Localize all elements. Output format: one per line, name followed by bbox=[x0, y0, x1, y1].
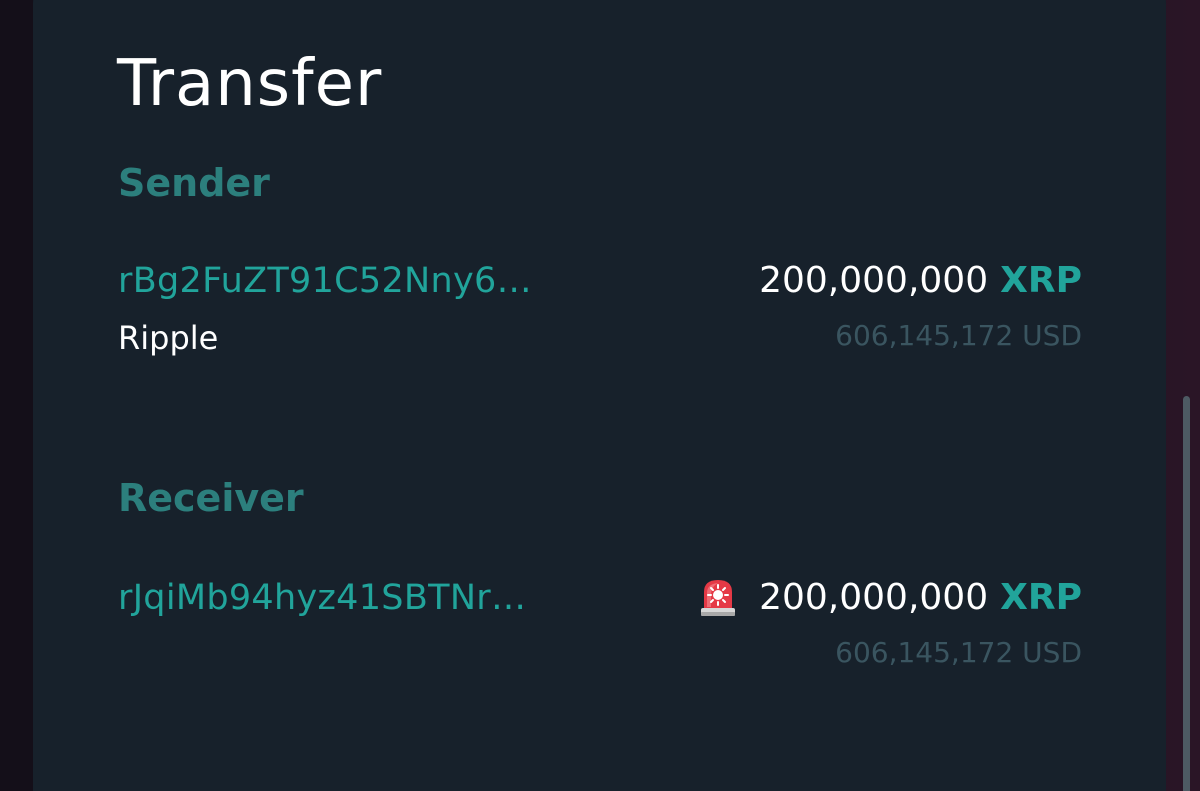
sender-address-link[interactable]: rBg2FuZT91C52Nny6… bbox=[118, 259, 532, 303]
sender-heading: Sender bbox=[118, 161, 270, 205]
police-light-icon bbox=[697, 577, 739, 619]
receiver-address-link[interactable]: rJqiMb94hyz41SBTNr… bbox=[118, 576, 526, 620]
receiver-amount: 200,000,000 XRP bbox=[697, 576, 1082, 620]
sender-fiat-value: 606,145,172 USD bbox=[835, 319, 1082, 352]
scrollbar[interactable] bbox=[1183, 396, 1190, 791]
sender-name: Ripple bbox=[118, 319, 219, 357]
receiver-heading: Receiver bbox=[118, 476, 304, 520]
sender-amount-value: 200,000,000 bbox=[759, 260, 989, 301]
page-title: Transfer bbox=[117, 47, 383, 121]
receiver-fiat-value: 606,145,172 USD bbox=[835, 636, 1082, 669]
receiver-amount-value: 200,000,000 bbox=[759, 577, 989, 618]
receiver-currency: XRP bbox=[1000, 577, 1082, 618]
sender-currency: XRP bbox=[1000, 260, 1082, 301]
sender-amount: 200,000,000 XRP bbox=[759, 259, 1082, 303]
